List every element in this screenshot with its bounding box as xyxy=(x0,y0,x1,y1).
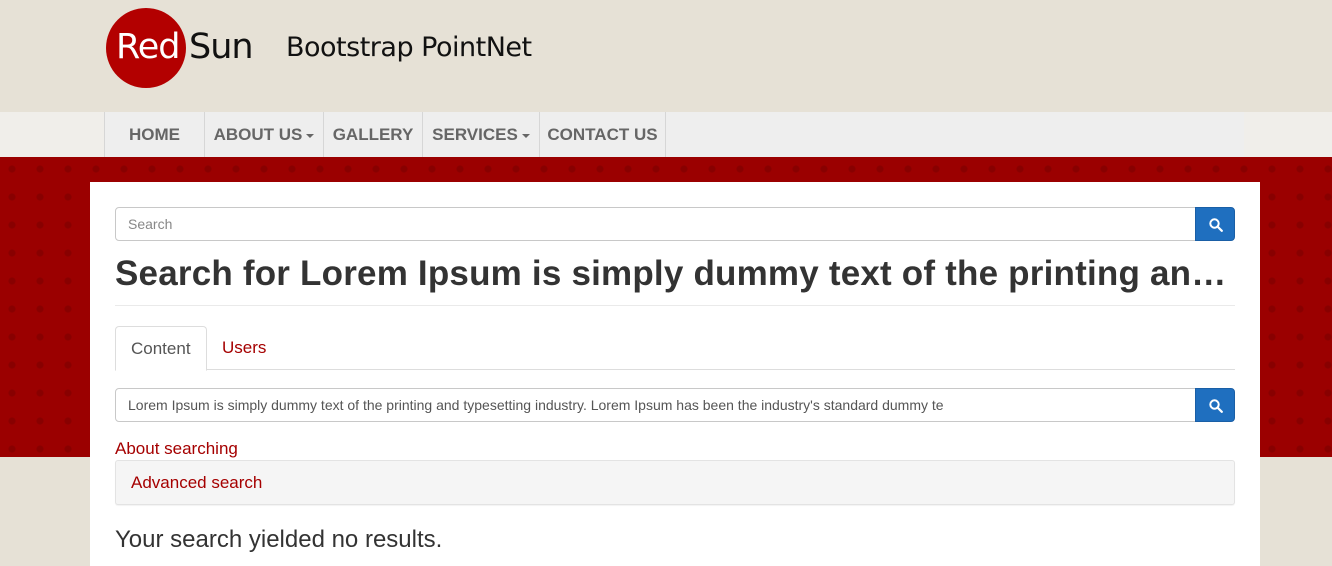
nav-services-label: SERVICES xyxy=(432,125,518,144)
caret-down-icon xyxy=(521,133,530,138)
query-search-group xyxy=(115,388,1235,422)
search-tabs: Content Users xyxy=(115,326,1235,371)
about-searching-link[interactable]: About searching xyxy=(115,439,238,459)
query-input[interactable] xyxy=(115,388,1196,422)
site-search-button[interactable] xyxy=(1195,207,1235,241)
nav-home-label: HOME xyxy=(129,125,180,144)
tab-users-label: Users xyxy=(222,338,267,357)
site-search-group xyxy=(115,207,1235,241)
nav-contact-us-label: CONTACT US xyxy=(547,125,658,144)
nav-gallery-label: GALLERY xyxy=(332,125,414,144)
main-panel: Search for Lorem Ipsum is simply dummy t… xyxy=(90,182,1260,566)
nav-gallery[interactable]: GALLERY xyxy=(324,112,423,157)
main-navbar: HOME ABOUT US GALLERY SERVICES CONTACT U… xyxy=(0,112,1332,157)
title-divider xyxy=(115,305,1235,306)
navbar-menu: HOME ABOUT US GALLERY SERVICES CONTACT U… xyxy=(104,112,1244,157)
logo-text-sun[interactable]: Sun xyxy=(189,27,254,67)
nav-about-us-label: ABOUT US xyxy=(213,125,303,144)
logo-text-red[interactable]: Red xyxy=(116,27,180,67)
nav-services[interactable]: SERVICES xyxy=(423,112,540,157)
no-results-message: Your search yielded no results. xyxy=(115,526,443,553)
query-search-button[interactable] xyxy=(1195,388,1235,422)
page-title: Search for Lorem Ipsum is simply dummy t… xyxy=(115,254,1235,293)
site-search-input[interactable] xyxy=(115,207,1196,241)
search-icon xyxy=(1209,399,1223,413)
nav-home[interactable]: HOME xyxy=(105,112,205,157)
site-header: Red Sun Bootstrap PointNet xyxy=(0,0,1332,112)
nav-about-us[interactable]: ABOUT US xyxy=(205,112,324,157)
tab-content[interactable]: Content xyxy=(115,326,207,371)
advanced-search-panel: Advanced search xyxy=(115,460,1235,505)
advanced-search-link[interactable]: Advanced search xyxy=(131,473,262,493)
search-icon xyxy=(1209,218,1223,232)
tab-content-label: Content xyxy=(131,339,191,358)
site-name[interactable]: Bootstrap PointNet xyxy=(286,32,532,63)
caret-down-icon xyxy=(306,133,315,138)
nav-contact-us[interactable]: CONTACT US xyxy=(540,112,666,157)
tab-users[interactable]: Users xyxy=(207,326,281,370)
